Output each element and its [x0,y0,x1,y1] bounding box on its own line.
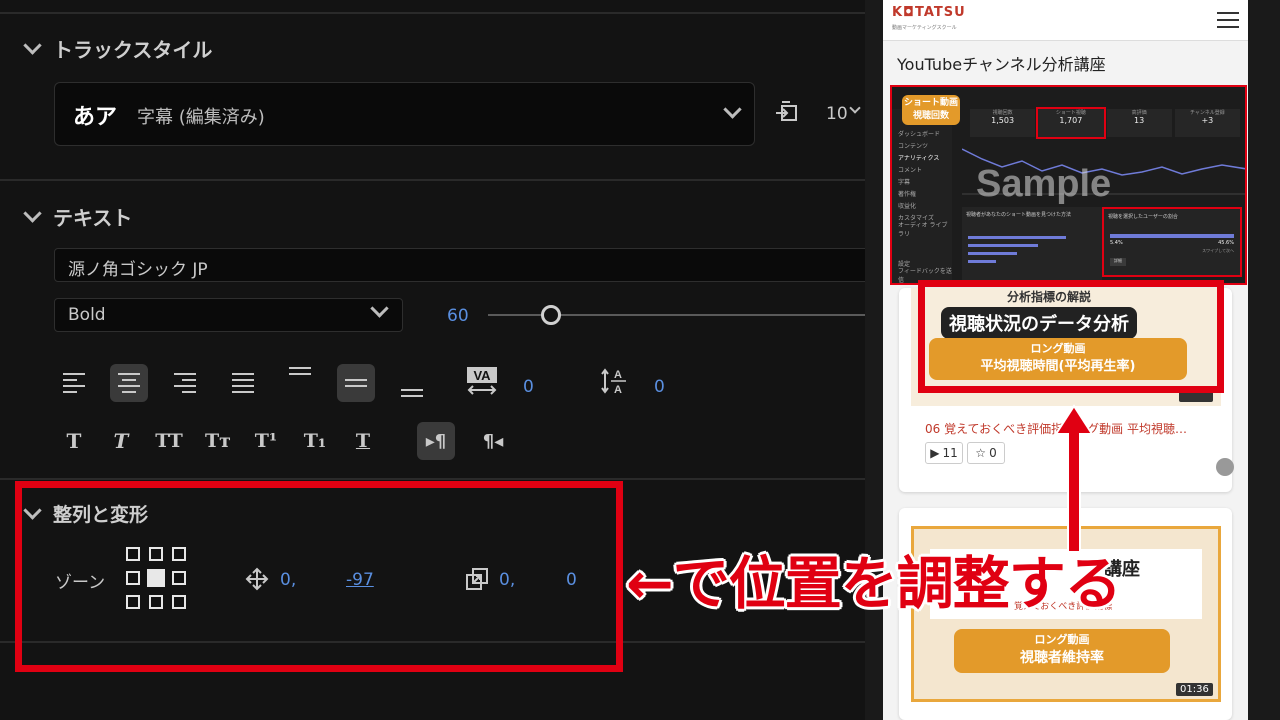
align-middle-icon[interactable] [337,364,375,402]
video-orange-label: ロング動画 視聴者維持率 [954,629,1170,673]
traffic-panel-title: 視聴者があなたのショート動画を見つけた方法 [966,212,1072,218]
track-size-value[interactable]: 10 [826,104,848,124]
font-style-dropdown[interactable]: Bold [54,298,403,332]
justify-icon[interactable] [224,364,262,402]
kerning-icon: VA [466,366,498,396]
site-logo-sub: 動画マーケティングスクール [892,25,957,31]
align-right-icon[interactable] [166,364,204,402]
sidebar-item: ダッシュボード [898,130,941,138]
subscript-button[interactable]: T₁ [296,422,334,460]
font-family-dropdown[interactable]: 源ノ角ゴシック JP [54,248,865,282]
site-logo[interactable]: K◘TATSU [892,5,966,20]
sidebar-item: 著作権 [898,190,917,198]
play-count[interactable]: ▶ 11 [925,442,963,464]
push-to-style-icon[interactable] [774,100,800,124]
highlight-box [15,481,623,672]
svg-text:A: A [614,369,622,381]
track-style-header[interactable]: トラックスタイル [23,34,213,63]
rtl-direction-icon[interactable]: ¶◂ [474,422,512,460]
menu-icon[interactable] [1217,12,1239,28]
leading-icon: AA [600,366,630,396]
sidebar-item: アナリティクス [898,154,940,162]
sidebar-item: 収益化 [898,202,917,210]
traffic-panel: 視聴者があなたのショート動画を見つけた方法 [962,207,1102,283]
text-section-title: テキスト [53,206,133,230]
duration-badge: 01:36 [1176,683,1213,696]
align-bottom-icon[interactable] [393,374,431,412]
faux-italic-button[interactable]: T [102,422,140,460]
play-icon: ▶ [930,446,940,460]
all-caps-button[interactable]: TT [150,422,188,460]
dashboard-sidebar: ダッシュボード コンテンツ アナリティクス コメント 字幕 著作権 収益化 カス… [892,109,952,283]
sample-watermark: Sample [976,163,1112,205]
chevron-down-icon [723,100,742,119]
faux-bold-button[interactable]: T [55,422,93,460]
align-center-icon[interactable] [110,364,148,402]
page-title: YouTubeチャンネル分析講座 [897,55,1106,74]
small-caps-button[interactable]: Tт [199,422,237,460]
svg-text:VA: VA [473,368,491,383]
track-style-dropdown[interactable]: あア 字幕 (編集済み) [54,82,755,146]
font-size-value[interactable]: 60 [447,306,469,326]
sidebar-item: コンテンツ [898,142,929,150]
swipe-rate-title: 視聴を選択したユーザーの割合 [1108,214,1178,220]
stat-tile: 高評価 13 [1106,109,1172,137]
up-arrow-icon [1052,404,1096,554]
stat-row: 視聴回数 1,503 ショート視聴 1,707 高評価 13 チャンネル登録 +3 [970,107,1240,139]
star-count[interactable]: ☆ 0 [967,442,1005,464]
stat-tile: 視聴回数 1,503 [970,109,1036,137]
font-family-value: 源ノ角ゴシック JP [68,260,208,280]
superscript-button[interactable]: T¹ [247,422,285,460]
chevron-down-icon [23,36,42,55]
kerning-value[interactable]: 0 [523,377,534,397]
svg-text:A: A [614,384,622,396]
divider [0,12,865,14]
stat-tile-highlighted: ショート視聴 1,707 [1036,107,1106,139]
annotation-caption: ←で位置を調整する [626,551,1122,617]
sidebar-item: 字幕 [898,178,911,186]
track-style-title: トラックスタイル [53,38,213,62]
text-section-header[interactable]: テキスト [23,202,133,231]
scroll-indicator[interactable] [1216,458,1234,476]
sidebar-item: コメント [898,166,923,174]
ltr-direction-icon[interactable]: ▸¶ [417,422,455,460]
stat-tile: チャンネル登録 +3 [1174,109,1240,137]
dashboard-thumbnail[interactable]: ダッシュボード コンテンツ アナリティクス コメント 字幕 著作権 収益化 カス… [890,85,1247,285]
divider [0,478,865,480]
chevron-down-icon [23,204,42,223]
leading-value[interactable]: 0 [654,377,665,397]
align-top-icon[interactable] [281,352,319,390]
divider [0,179,865,181]
chevron-down-icon [370,299,389,318]
shorts-views-badge: ショート動画 視聴回数 [902,95,960,125]
highlight-box [918,280,1224,393]
star-icon: ☆ [975,446,987,460]
chevron-down-icon [849,102,861,114]
track-style-name: 字幕 (編集済み) [137,107,265,128]
divider [883,40,1248,41]
sidebar-item: オーディオ ライブラリ [898,222,948,238]
track-style-preview: あア [73,105,118,130]
font-style-value: Bold [68,305,106,325]
swipe-rate-panel: 視聴を選択したユーザーの割合 5.4% 45.6% スワイプして次へ 詳細 [1102,207,1242,277]
font-size-slider-handle[interactable] [541,305,561,325]
underline-button[interactable]: T [344,422,382,460]
align-left-icon[interactable] [55,364,93,402]
site-header: K◘TATSU 動画マーケティングスクール [883,0,1248,40]
